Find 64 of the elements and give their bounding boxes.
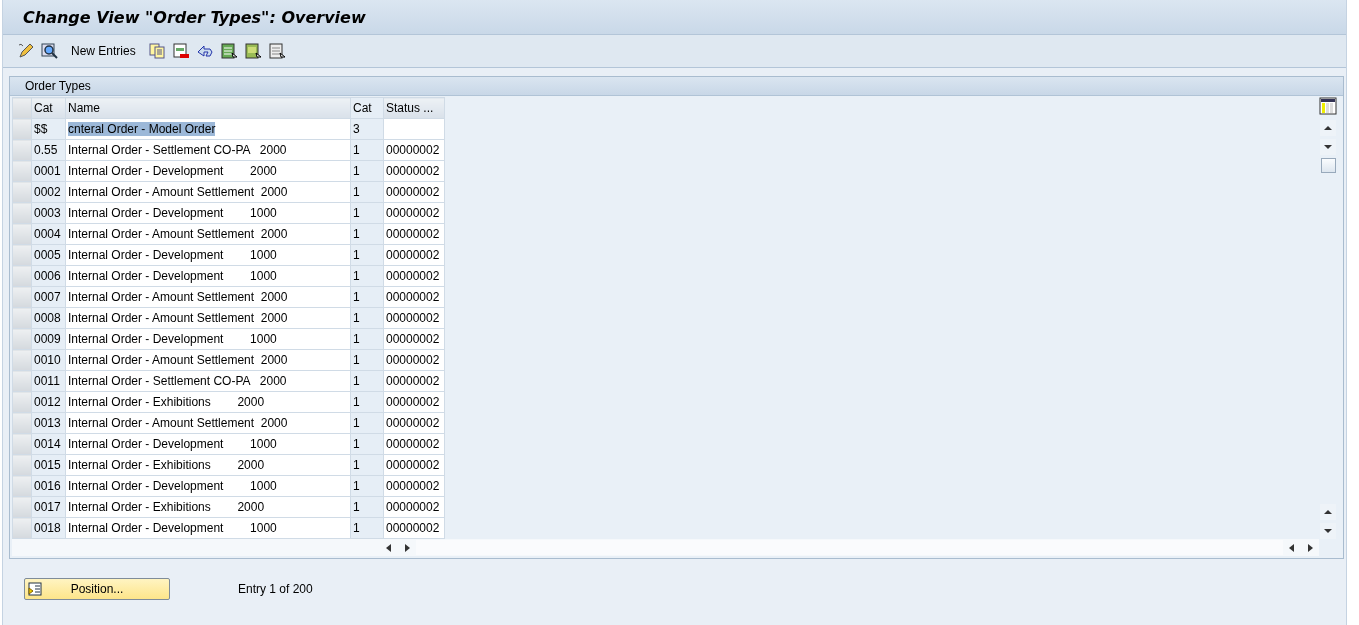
row-selector[interactable] xyxy=(12,454,32,476)
table-cell: Internal Order - Development 1000 xyxy=(65,475,351,497)
row-selector[interactable] xyxy=(12,517,32,539)
row-selector[interactable] xyxy=(12,244,32,266)
table-cell: Internal Order - Amount Settlement 2000 xyxy=(65,286,351,308)
pencil-icon[interactable] xyxy=(17,42,35,60)
entry-count: Entry 1 of 200 xyxy=(238,582,313,596)
row-selector[interactable] xyxy=(12,202,32,224)
row-selector[interactable] xyxy=(12,349,32,371)
scroll-down-icon[interactable] xyxy=(1320,139,1336,155)
table-cell: Internal Order - Development 1000 xyxy=(65,433,351,455)
row-selector[interactable] xyxy=(12,412,32,434)
row-selector[interactable] xyxy=(12,475,32,497)
table-cell: Internal Order - Amount Settlement 2000 xyxy=(65,412,351,434)
table-cell: Internal Order - Development 2000 xyxy=(65,160,351,182)
column-header[interactable]: Cat xyxy=(350,97,384,119)
table-cell: Internal Order - Development 1000 xyxy=(65,328,351,350)
row-selector[interactable] xyxy=(12,223,32,245)
scroll-up-icon[interactable] xyxy=(1320,120,1336,136)
scroll-thumb[interactable] xyxy=(1320,158,1336,173)
position-button[interactable]: Position... xyxy=(24,578,170,600)
table-cell: Internal Order - Development 1000 xyxy=(65,517,351,539)
scroll-up-icon[interactable] xyxy=(1320,504,1336,520)
row-selector[interactable] xyxy=(12,496,32,518)
row-selector[interactable] xyxy=(12,328,32,350)
table-cell: Internal Order - Exhibitions 2000 xyxy=(65,496,351,518)
panel-title: Order Types xyxy=(25,79,91,93)
column-settings-icon[interactable] xyxy=(1319,97,1337,115)
row-selector[interactable] xyxy=(12,181,32,203)
row-selector[interactable] xyxy=(12,265,32,287)
table-cell: Internal Order - Amount Settlement 2000 xyxy=(65,349,351,371)
position-icon xyxy=(28,582,42,596)
column-header[interactable]: Cat xyxy=(31,97,66,119)
table-cell: Internal Order - Settlement CO-PA 2000 xyxy=(65,139,351,161)
row-selector[interactable] xyxy=(12,118,32,140)
row-selector[interactable] xyxy=(12,391,32,413)
column-header[interactable]: Status ... xyxy=(383,97,445,119)
row-selector[interactable] xyxy=(12,160,32,182)
magnifier-icon[interactable] xyxy=(41,42,59,60)
table-cell: Internal Order - Settlement CO-PA 2000 xyxy=(65,370,351,392)
table-cell: Internal Order - Development 1000 xyxy=(65,244,351,266)
table-cell: cnteral Order - Model Order xyxy=(65,118,351,140)
window-title: Change View "Order Types": Overview xyxy=(23,7,366,27)
table-cell: Internal Order - Amount Settlement 2000 xyxy=(65,307,351,329)
table-cell: Internal Order - Development 1000 xyxy=(65,202,351,224)
new-entries-button[interactable]: New Entries xyxy=(65,44,142,58)
row-selector[interactable] xyxy=(12,307,32,329)
select-block-icon[interactable] xyxy=(243,42,262,60)
deselect-all-icon[interactable] xyxy=(267,42,286,60)
row-selector[interactable] xyxy=(12,286,32,308)
table-cell: Internal Order - Amount Settlement 2000 xyxy=(65,181,351,203)
copy-icon[interactable] xyxy=(147,42,166,60)
table-cell: Internal Order - Development 1000 xyxy=(65,265,351,287)
column-header[interactable]: Name xyxy=(65,97,351,119)
delete-row-icon[interactable] xyxy=(171,42,190,60)
row-selector[interactable] xyxy=(12,433,32,455)
row-selector[interactable] xyxy=(12,370,32,392)
select-all-button[interactable] xyxy=(12,97,32,119)
table-cell: Internal Order - Exhibitions 2000 xyxy=(65,391,351,413)
select-all-icon[interactable] xyxy=(219,42,238,60)
scroll-down-icon[interactable] xyxy=(1320,523,1336,539)
table-cell: Internal Order - Amount Settlement 2000 xyxy=(65,223,351,245)
row-selector[interactable] xyxy=(12,139,32,161)
table-cell: Internal Order - Exhibitions 2000 xyxy=(65,454,351,476)
